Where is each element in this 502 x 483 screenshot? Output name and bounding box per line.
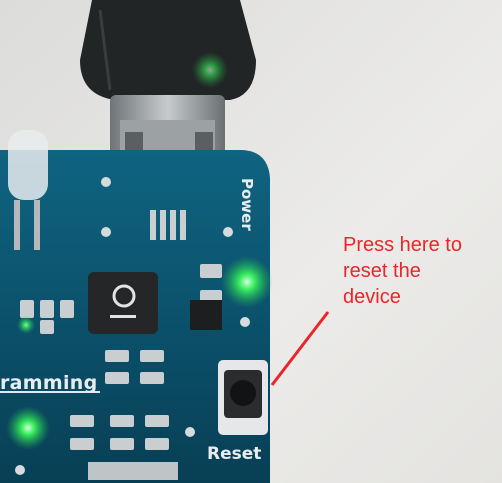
- power-led-glow: [221, 256, 273, 308]
- led-glow-bottom: [6, 406, 50, 450]
- led-glow-top: [192, 52, 228, 88]
- reset-instruction-annotation: Press here to reset the device: [343, 234, 462, 308]
- usb-cable-icon: [80, 0, 256, 100]
- programming-label: ramming: [0, 372, 98, 394]
- reset-label: Reset: [207, 444, 262, 464]
- led-glow-small: [17, 316, 35, 334]
- power-label: Power: [238, 178, 256, 231]
- inductor-icon: [88, 272, 158, 334]
- reset-button-icon[interactable]: [218, 360, 268, 435]
